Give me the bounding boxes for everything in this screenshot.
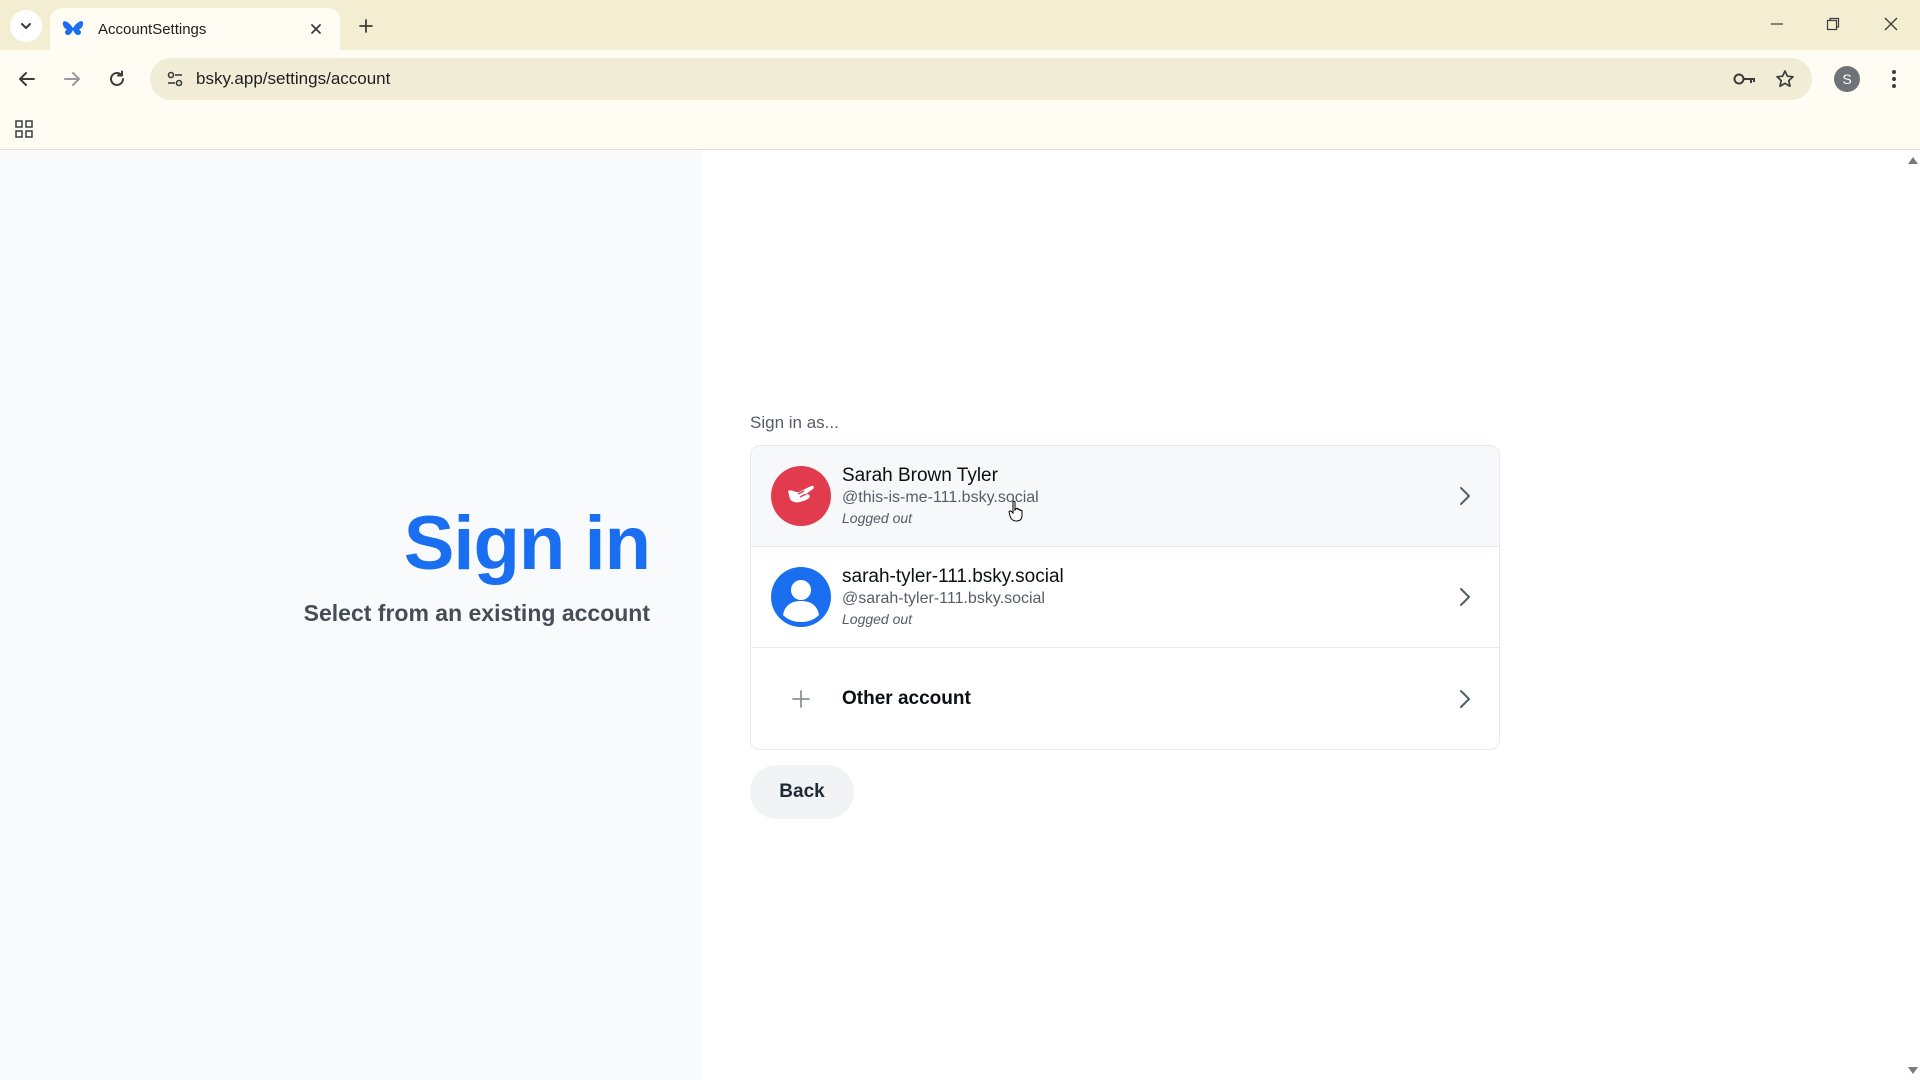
other-account-row[interactable]: Other account xyxy=(751,648,1499,749)
restore-icon xyxy=(1826,17,1840,31)
chevron-right-icon xyxy=(1453,585,1477,609)
key-icon[interactable] xyxy=(1730,64,1760,94)
kebab-menu-icon[interactable] xyxy=(1880,62,1908,96)
account-name: Sarah Brown Tyler xyxy=(842,465,998,486)
back-nav-button[interactable] xyxy=(10,62,44,96)
tune-icon[interactable] xyxy=(160,64,190,94)
avatar xyxy=(771,567,831,627)
account-text: sarah-tyler-111.bsky.social @sarah-tyler… xyxy=(842,565,1064,629)
back-button[interactable]: Back xyxy=(750,765,854,819)
chevron-down-icon xyxy=(21,23,31,29)
scroll-up-arrow[interactable] xyxy=(1908,157,1918,164)
browser-tab[interactable]: AccountSettings xyxy=(50,8,340,50)
scroll-down-arrow[interactable] xyxy=(1908,1067,1918,1074)
minimize-icon xyxy=(1771,23,1783,25)
arrow-right-icon xyxy=(64,72,80,86)
reload-button[interactable] xyxy=(100,62,134,96)
tab-title: AccountSettings xyxy=(98,20,207,38)
plus-icon xyxy=(359,19,373,33)
forward-nav-button[interactable] xyxy=(55,62,89,96)
page-subtitle: Select from an existing account xyxy=(303,600,650,626)
account-row-sarah-brown-tyler[interactable]: Sarah Brown Tyler @this-is-me-111.bsky.s… xyxy=(751,446,1499,547)
apps-grid-icon[interactable] xyxy=(10,116,38,142)
browser-toolbar: bsky.app/settings/account S xyxy=(0,50,1920,108)
minimize-button[interactable] xyxy=(1754,6,1800,42)
hand-wave-icon xyxy=(788,485,814,503)
chevron-right-icon xyxy=(1453,484,1477,508)
url-text[interactable]: bsky.app/settings/account xyxy=(196,58,390,100)
plus-icon xyxy=(771,669,831,729)
account-row-sarah-tyler[interactable]: sarah-tyler-111.bsky.social @sarah-tyler… xyxy=(751,547,1499,648)
account-status: Logged out xyxy=(842,611,913,627)
profile-avatar[interactable]: S xyxy=(1834,66,1860,92)
tab-search-button[interactable] xyxy=(10,10,42,42)
hand-cursor-icon xyxy=(1008,500,1023,522)
browser-titlebar: AccountSettings xyxy=(0,0,1920,50)
profile-initial: S xyxy=(1842,71,1852,87)
close-icon xyxy=(1884,17,1898,31)
restore-button[interactable] xyxy=(1810,6,1856,42)
account-chooser: Sign in as... Sarah Brown Tyler @this-is… xyxy=(750,413,1500,819)
reload-icon xyxy=(110,70,124,86)
user-silhouette-icon xyxy=(783,580,819,622)
avatar xyxy=(771,466,831,526)
account-list: Sarah Brown Tyler @this-is-me-111.bsky.s… xyxy=(750,445,1500,750)
bookmarks-bar xyxy=(0,108,1920,150)
arrow-left-icon xyxy=(19,72,35,86)
address-bar[interactable]: bsky.app/settings/account xyxy=(150,58,1812,100)
close-icon[interactable] xyxy=(304,17,328,41)
star-icon[interactable] xyxy=(1770,64,1800,94)
account-name: sarah-tyler-111.bsky.social xyxy=(842,566,1064,587)
chevron-right-icon xyxy=(1453,687,1477,711)
account-handle: @sarah-tyler-111.bsky.social xyxy=(842,590,1045,607)
close-window-button[interactable] xyxy=(1868,6,1914,42)
sign-in-as-label: Sign in as... xyxy=(750,413,839,432)
other-account-label: Other account xyxy=(842,687,971,709)
butterfly-icon xyxy=(62,21,84,35)
page-scrollbar[interactable] xyxy=(1905,151,1920,1080)
page-viewport: Sign in Select from an existing account … xyxy=(0,151,1905,1080)
page-title: Sign in xyxy=(403,501,651,586)
heading-block: Sign in Select from an existing account xyxy=(303,501,651,627)
left-panel: Sign in Select from an existing account xyxy=(0,151,702,1080)
new-tab-button[interactable] xyxy=(352,12,380,40)
